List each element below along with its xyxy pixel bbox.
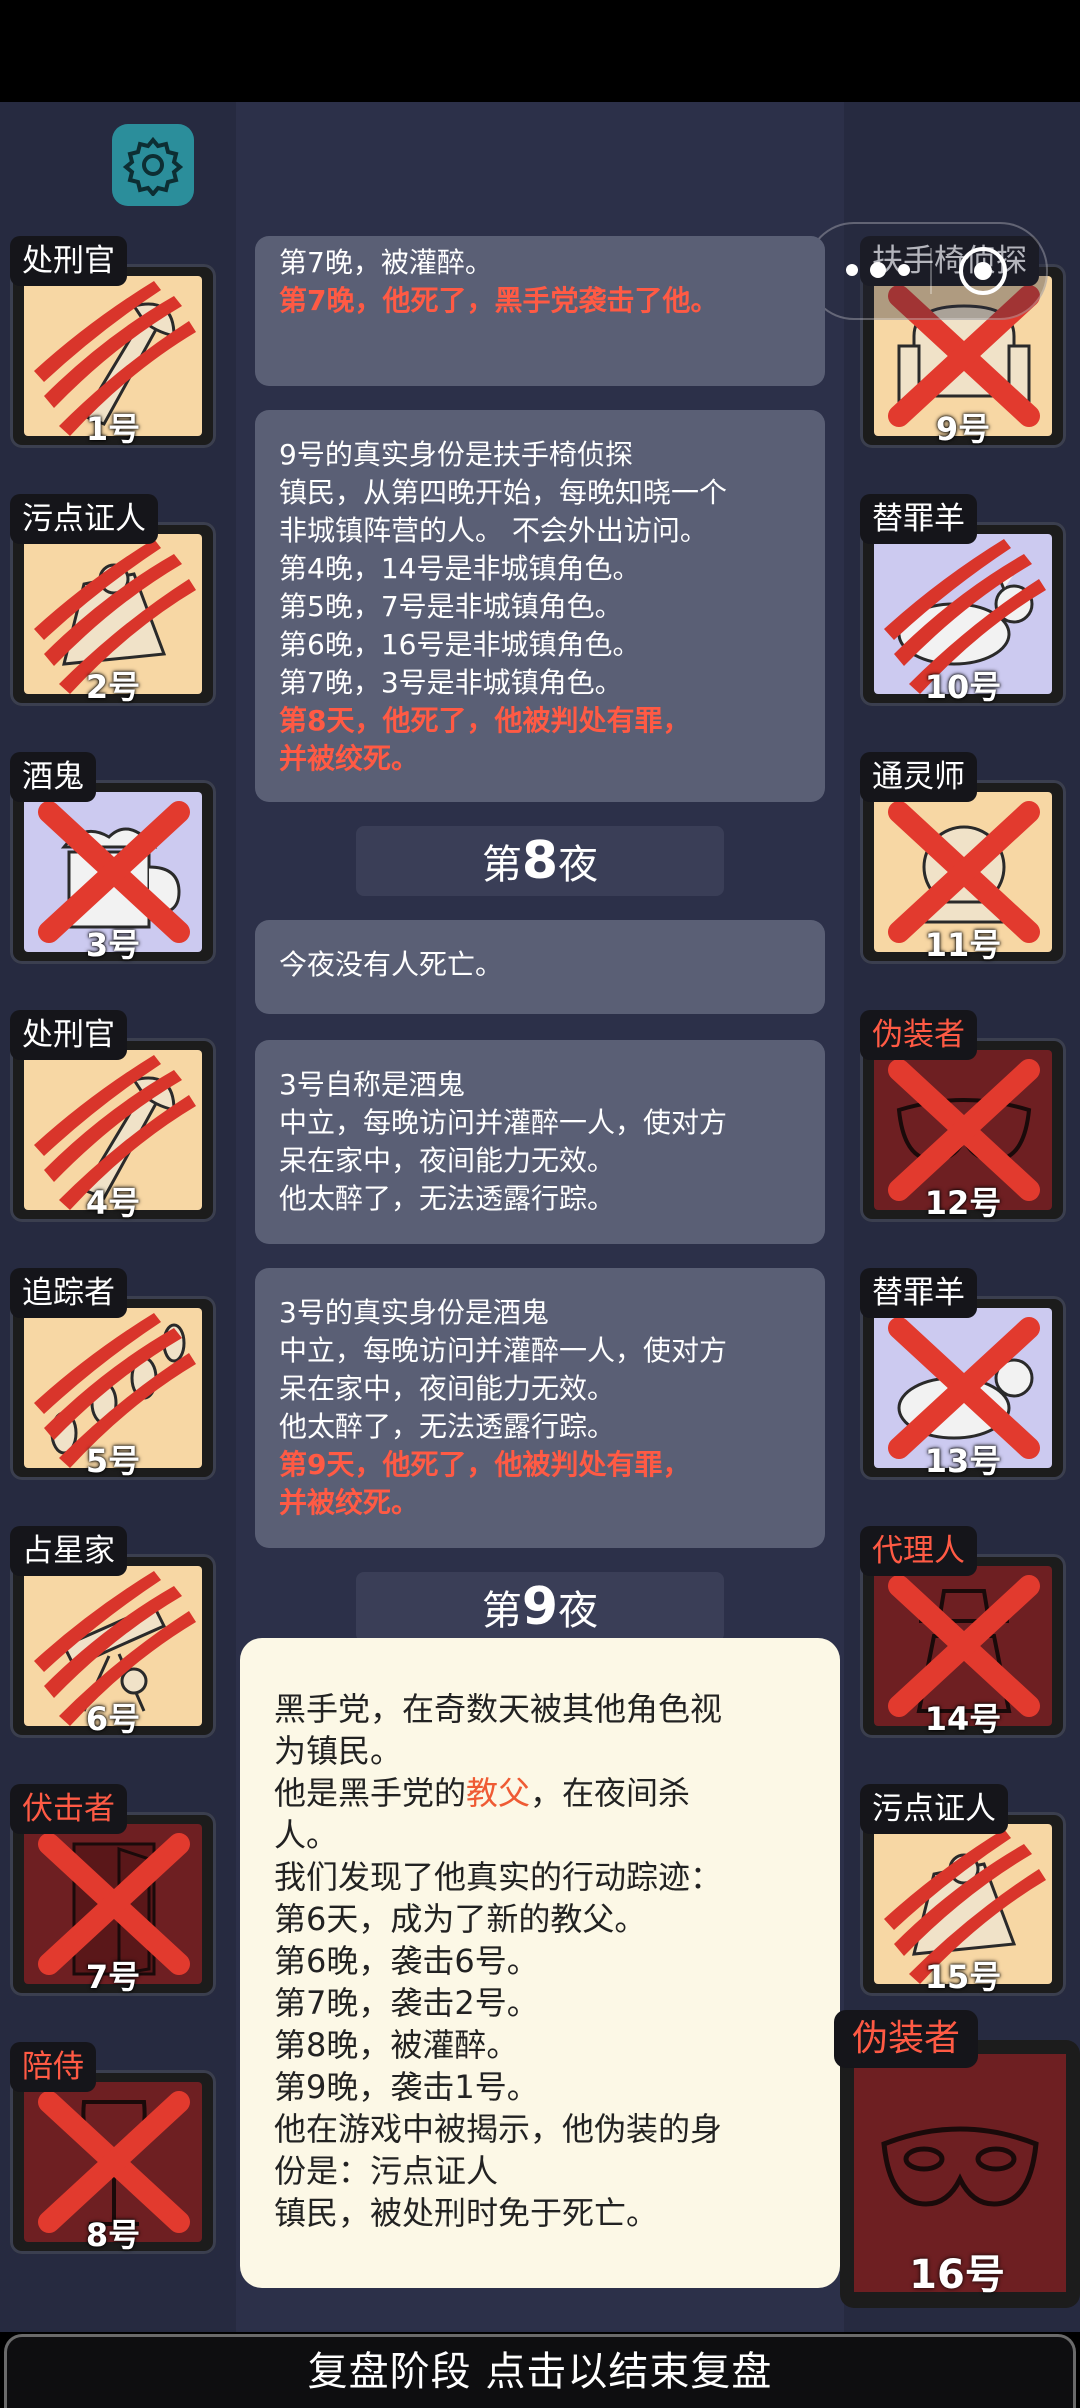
- player-card-2[interactable]: 污点证人 2号: [10, 494, 216, 706]
- player-role: 替罪羊: [860, 1268, 977, 1318]
- player-number: 16号: [909, 2252, 1005, 2298]
- miniprogram-capsule[interactable]: [806, 222, 1048, 320]
- status-bar: [0, 0, 1080, 102]
- player-card-5[interactable]: 追踪者 5号: [10, 1268, 216, 1480]
- godfather-keyword: 教父: [466, 1774, 531, 1812]
- player-card-4[interactable]: 处刑官 4号: [10, 1010, 216, 1222]
- player-card-6[interactable]: 占星家 6号: [10, 1526, 216, 1738]
- end-review-button[interactable]: 复盘阶段 点击以结束复盘: [4, 2334, 1076, 2408]
- night-header: 第8夜: [356, 826, 724, 896]
- player-number: 7号: [85, 1958, 141, 1996]
- player-card-16[interactable]: 伪装者 16号: [834, 2010, 1080, 2310]
- player-card-12[interactable]: 伪装者 12号: [860, 1010, 1066, 1222]
- record-icon[interactable]: [956, 244, 1010, 298]
- player-card-10[interactable]: 替罪羊 10号: [860, 494, 1066, 706]
- player-card-3[interactable]: 酒鬼 3号: [10, 752, 216, 964]
- player-card-13[interactable]: 替罪羊 13号: [860, 1268, 1066, 1480]
- player-number: 5号: [85, 1442, 141, 1480]
- player-role: 通灵师: [860, 752, 977, 802]
- player-card-1[interactable]: 处刑官 1号: [10, 236, 216, 448]
- player-card-15[interactable]: 污点证人 15号: [860, 1784, 1066, 1996]
- night-header: 第9夜: [356, 1572, 724, 1642]
- player-number: 3号: [85, 926, 141, 964]
- settings-button[interactable]: [112, 124, 194, 206]
- player-card-7[interactable]: 伏击者 7号: [10, 1784, 216, 1996]
- log-entry: 今夜没有人死亡。: [255, 920, 825, 1014]
- player-card-11[interactable]: 通灵师 11号: [860, 752, 1066, 964]
- player-number: 13号: [924, 1442, 1002, 1480]
- role-detail-popup[interactable]: 黑手党，在奇数天被其他角色视 为镇民。 他是黑手党的教父，在夜间杀 人。 我们发…: [240, 1638, 840, 2288]
- gear-icon: [122, 136, 184, 196]
- player-role: 处刑官: [10, 236, 127, 286]
- log-entry: 3号的真实身份是酒鬼 中立，每晚访问并灌醉一人，使对方 呆在家中，夜间能力无效。…: [255, 1268, 825, 1548]
- player-number: 2号: [85, 668, 141, 706]
- player-role: 污点证人: [10, 494, 158, 544]
- player-role: 伪装者: [834, 2010, 979, 2068]
- player-number: 6号: [85, 1700, 141, 1738]
- player-role: 伏击者: [10, 1784, 127, 1834]
- player-role: 追踪者: [10, 1268, 127, 1318]
- player-number: 15号: [924, 1958, 1002, 1996]
- log-entry: 第7晚，被灌醉。 第7晚，他死了，黑手党袭击了他。: [255, 236, 825, 386]
- player-role: 酒鬼: [10, 752, 96, 802]
- player-role: 占星家: [10, 1526, 127, 1576]
- player-number: 4号: [85, 1184, 141, 1222]
- player-number: 8号: [85, 2216, 141, 2254]
- player-card-8[interactable]: 陪侍 8号: [10, 2042, 216, 2254]
- player-role: 处刑官: [10, 1010, 127, 1060]
- player-number: 9号: [935, 410, 991, 448]
- player-number: 14号: [924, 1700, 1002, 1738]
- more-dots-icon[interactable]: [838, 252, 918, 288]
- log-entry: 9号的真实身份是扶手椅侦探 镇民，从第四晚开始，每晚知晓一个 非城镇阵营的人。 …: [255, 410, 825, 802]
- player-card-14[interactable]: 代理人 14号: [860, 1526, 1066, 1738]
- player-role: 替罪羊: [860, 494, 977, 544]
- player-role: 代理人: [860, 1526, 977, 1576]
- player-number: 11号: [924, 926, 1002, 964]
- player-number: 12号: [924, 1184, 1002, 1222]
- player-number: 10号: [924, 668, 1002, 706]
- player-role: 伪装者: [860, 1010, 977, 1060]
- log-entry: 3号自称是酒鬼 中立，每晚访问并灌醉一人，使对方 呆在家中，夜间能力无效。 他太…: [255, 1040, 825, 1244]
- player-role: 污点证人: [860, 1784, 1008, 1834]
- player-number: 1号: [85, 410, 141, 448]
- player-role: 陪侍: [10, 2042, 96, 2092]
